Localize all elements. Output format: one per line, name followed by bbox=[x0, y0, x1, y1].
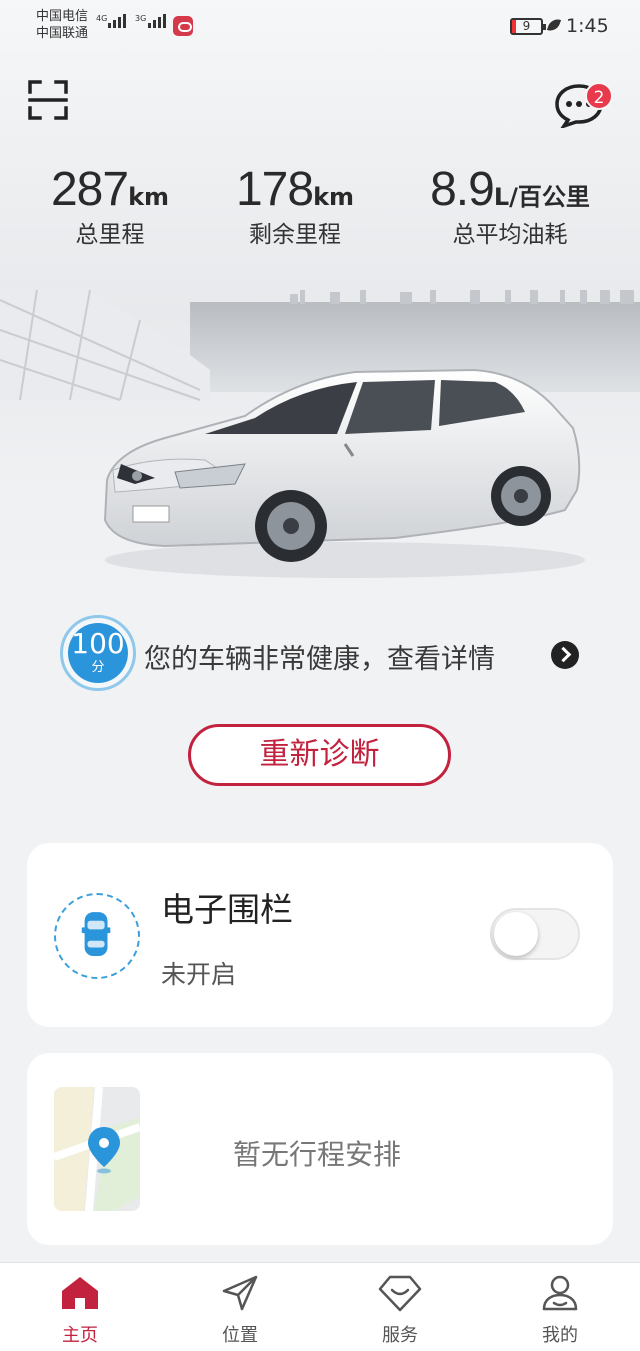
tab-service[interactable]: 服务 bbox=[320, 1263, 480, 1351]
geofence-card: 电子围栏 未开启 bbox=[27, 843, 613, 1027]
location-arrow-icon bbox=[222, 1275, 258, 1311]
geofence-status: 未开启 bbox=[161, 960, 237, 989]
stat-value: 287 bbox=[50, 163, 129, 216]
stat-label: 剩余里程 bbox=[249, 222, 341, 248]
health-score-badge: 100 分 bbox=[60, 615, 136, 691]
network-type-1: 4G bbox=[96, 14, 108, 23]
stat-remaining-mileage: 178km 剩余里程 bbox=[215, 162, 375, 249]
signal-icon bbox=[108, 14, 126, 28]
tab-label: 主页 bbox=[62, 1325, 98, 1346]
no-trip-text: 暂无行程安排 bbox=[233, 1138, 402, 1171]
stat-avg-fuel: 8.9L/百公里 总平均油耗 bbox=[405, 162, 615, 249]
tab-label: 服务 bbox=[382, 1325, 418, 1346]
message-count-badge: 2 bbox=[585, 82, 613, 110]
signal-icon-2 bbox=[148, 14, 166, 28]
stat-value: 178 bbox=[235, 163, 314, 216]
rediagnose-button[interactable]: 重新诊断 bbox=[188, 724, 451, 786]
clock: 1:45 bbox=[566, 15, 609, 37]
bottom-tab-bar: 主页 位置 服务 我的 bbox=[0, 1262, 640, 1351]
network-type-2: 3G bbox=[135, 14, 147, 23]
carrier-1: 中国电信 bbox=[36, 9, 89, 24]
tab-home[interactable]: 主页 bbox=[0, 1263, 160, 1351]
hero-section: 中国电信 中国联通 4G 3G 9 1:45 2 287km 总里程 178km… bbox=[0, 0, 640, 700]
profile-icon bbox=[542, 1275, 578, 1311]
scan-icon[interactable] bbox=[28, 80, 68, 120]
geofence-car-icon bbox=[54, 893, 140, 979]
map-thumbnail bbox=[54, 1087, 140, 1211]
app-notification-icon bbox=[173, 16, 193, 36]
carrier-2: 中国联通 bbox=[36, 26, 89, 41]
stat-total-mileage: 287km 总里程 bbox=[30, 162, 190, 249]
stat-unit: L/百公里 bbox=[493, 183, 590, 211]
health-score-unit: 分 bbox=[91, 660, 105, 675]
battery-icon: 9 bbox=[510, 18, 546, 35]
stat-label: 总平均油耗 bbox=[452, 222, 568, 248]
car-image bbox=[103, 368, 585, 578]
health-status-row[interactable]: 100 分 您的车辆非常健康，查看详情 bbox=[60, 615, 600, 693]
tab-label: 位置 bbox=[222, 1325, 258, 1346]
tab-label: 我的 bbox=[542, 1325, 578, 1346]
health-score: 100 bbox=[71, 627, 125, 660]
carrier-info: 中国电信 中国联通 bbox=[36, 8, 88, 42]
health-status-text[interactable]: 您的车辆非常健康，查看详情 bbox=[144, 637, 495, 676]
tab-location[interactable]: 位置 bbox=[160, 1263, 320, 1351]
tab-profile[interactable]: 我的 bbox=[480, 1263, 640, 1351]
stat-unit: km bbox=[128, 183, 170, 211]
toggle-knob bbox=[494, 912, 538, 956]
power-saving-icon bbox=[546, 16, 562, 34]
status-bar: 中国电信 中国联通 4G 3G 9 1:45 bbox=[0, 0, 640, 56]
geofence-title: 电子围栏 bbox=[161, 890, 293, 929]
chevron-right-icon[interactable] bbox=[551, 641, 579, 669]
geofence-toggle[interactable] bbox=[490, 908, 580, 960]
battery-level: 9 bbox=[522, 19, 531, 33]
trip-card[interactable]: 暂无行程安排 bbox=[27, 1053, 613, 1245]
stat-value: 8.9 bbox=[430, 163, 495, 216]
stat-unit: km bbox=[313, 183, 355, 211]
home-icon bbox=[62, 1277, 98, 1309]
service-icon bbox=[378, 1275, 422, 1312]
stat-label: 总里程 bbox=[75, 222, 145, 248]
